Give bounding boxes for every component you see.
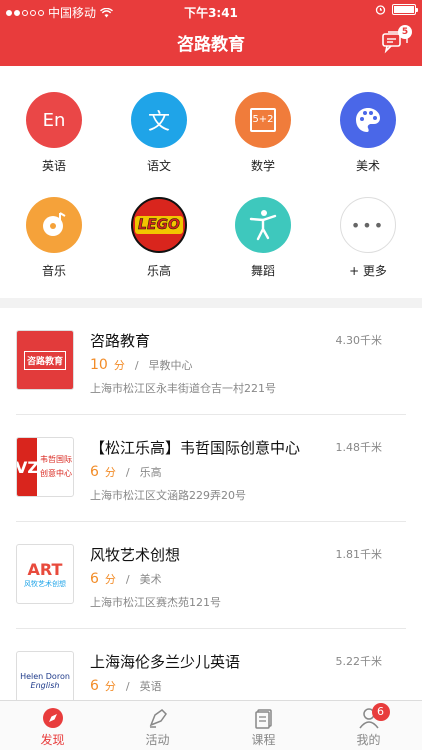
alarm-icon [375, 5, 386, 15]
nav-header: 中国移动 下午3:41 咨路教育 5 [0, 0, 422, 66]
status-time: 下午3:41 [184, 6, 238, 20]
list-item[interactable]: Helen Doron English 上海海伦多兰少儿英语 5.22千米 6分… [0, 629, 422, 700]
category-dance[interactable]: 舞蹈 [223, 197, 303, 279]
messages-button[interactable]: 5 [382, 25, 412, 54]
listing-distance: 5.22千米 [335, 655, 383, 668]
listing-score: 10 分 [90, 357, 125, 373]
activity-icon [147, 707, 169, 729]
listing-address: 上海市松江区永丰街道仓吉一村221号 [90, 382, 276, 395]
category-more[interactable]: ••• + 更多 [328, 197, 408, 279]
more-icon: ••• [340, 197, 396, 253]
listing-name: 风牧艺术创想 [90, 546, 181, 564]
tab-discover[interactable]: 发现 [0, 701, 105, 750]
listing-score: 6分 [90, 678, 116, 694]
listing-meta: 6分 / 乐高 [90, 464, 162, 480]
listing-meta: 10 分 / 早教中心 [90, 357, 193, 373]
chinese-icon: 文 [131, 92, 187, 148]
category-art[interactable]: 美术 [328, 92, 408, 174]
palette-icon [340, 92, 396, 148]
listing-name: 【松江乐高】韦哲国际创意中心 [90, 439, 301, 457]
listing-meta: 6分 / 美术 [90, 571, 162, 587]
lego-icon: LEGO [131, 197, 187, 253]
status-bar: 中国移动 下午3:41 [0, 0, 422, 22]
vz-logo: VZ 韦哲国际 创意中心 [16, 437, 74, 497]
dance-icon [235, 197, 291, 253]
category-math[interactable]: 5+2 数学 [223, 92, 303, 174]
listing-distance: 1.81千米 [335, 548, 383, 561]
list-item[interactable]: ART 风牧艺术创想 风牧艺术创想 1.81千米 6分 / 美术 上海市松江区赛… [0, 522, 422, 629]
institution-list: 咨路教育 咨路教育 4.30千米 10 分 / 早教中心 上海市松江区永丰街道仓吉… [0, 308, 422, 700]
category-lego[interactable]: LEGO 乐高 [119, 197, 199, 279]
listing-distance: 1.48千米 [335, 441, 383, 454]
page-title: 咨路教育 [177, 35, 245, 55]
compass-icon [42, 707, 64, 729]
category-music[interactable]: 音乐 [14, 197, 94, 279]
profile-badge: 6 [371, 703, 390, 721]
tab-course[interactable]: 课程 [211, 701, 316, 750]
listing-distance: 4.30千米 [335, 334, 383, 347]
message-count-badge: 5 [398, 25, 412, 39]
battery-icon [392, 4, 418, 15]
math-icon: 5+2 [235, 92, 291, 148]
listing-address: 上海市松江区文涵路229弄20号 [90, 489, 246, 502]
listing-name: 咨路教育 [90, 332, 151, 350]
listing-score: 6分 [90, 571, 116, 587]
category-chinese[interactable]: 文 语文 [119, 92, 199, 174]
english-icon: En [26, 92, 82, 148]
tab-activity[interactable]: 活动 [105, 701, 210, 750]
list-item[interactable]: 咨路教育 咨路教育 4.30千米 10 分 / 早教中心 上海市松江区永丰街道仓吉… [0, 308, 422, 415]
zilu-logo: 咨路教育 [16, 330, 74, 390]
list-item[interactable]: VZ 韦哲国际 创意中心 【松江乐高】韦哲国际创意中心 1.48千米 6分 / 乐… [0, 415, 422, 522]
music-disc-icon [26, 197, 82, 253]
listing-address: 上海市松江区赛杰苑121号 [90, 596, 221, 609]
listing-category: 英语 [139, 680, 162, 693]
tab-bar: 发现 活动 课程 6 我的 [0, 700, 422, 750]
course-icon [253, 707, 275, 729]
listing-category: 美术 [139, 573, 162, 586]
listing-score: 6分 [90, 464, 116, 480]
category-english[interactable]: En 英语 [14, 92, 94, 174]
section-divider [0, 298, 422, 308]
category-grid: En 英语 文 语文 5+2 数学 美术 音乐 LEGO 乐高 舞蹈 ••• +… [0, 66, 422, 298]
listing-name: 上海海伦多兰少儿英语 [90, 653, 241, 671]
art-logo: ART 风牧艺术创想 [16, 544, 74, 604]
listing-category: 早教中心 [148, 359, 193, 372]
tab-profile[interactable]: 6 我的 [316, 701, 421, 750]
helen-doron-logo: Helen Doron English [16, 651, 74, 700]
listing-meta: 6分 / 英语 [90, 678, 162, 694]
listing-category: 乐高 [139, 466, 162, 479]
profile-icon: 6 [358, 703, 390, 729]
